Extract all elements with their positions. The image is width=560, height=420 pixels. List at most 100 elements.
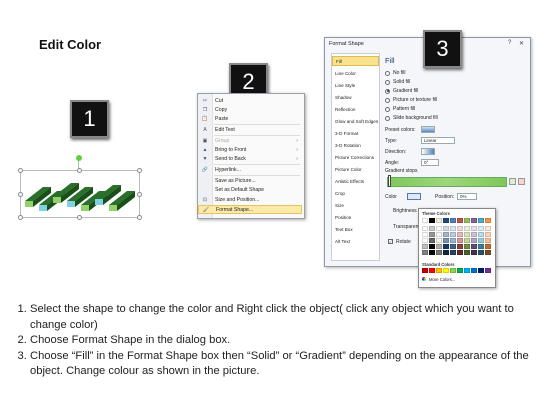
angle-input[interactable]: 0°: [421, 159, 439, 166]
standard-color-swatch[interactable]: [422, 268, 428, 273]
theme-color-swatch[interactable]: [464, 232, 470, 237]
menu-item-bring-to-front[interactable]: ▲ Bring to Front ›: [198, 145, 302, 154]
nav-item-artistic-effects[interactable]: Artistic Effects: [332, 176, 379, 186]
standard-color-swatch[interactable]: [457, 268, 463, 273]
nav-item-size[interactable]: Size: [332, 200, 379, 210]
nav-item-line-style[interactable]: Line Style: [332, 80, 379, 90]
theme-color-swatch[interactable]: [464, 238, 470, 243]
menu-item-cut[interactable]: ✂ Cut: [198, 96, 302, 105]
menu-item-paste[interactable]: 📋 Paste: [198, 114, 302, 123]
theme-color-swatch[interactable]: [443, 218, 449, 223]
theme-color-swatch[interactable]: [429, 232, 435, 237]
standard-color-swatch[interactable]: [478, 268, 484, 273]
theme-color-swatch[interactable]: [429, 218, 435, 223]
resize-handle-br[interactable]: [137, 215, 142, 220]
theme-color-swatch[interactable]: [464, 218, 470, 223]
standard-color-swatch[interactable]: [443, 268, 449, 273]
theme-color-swatch[interactable]: [422, 232, 428, 237]
position-input[interactable]: 0%: [457, 193, 477, 200]
theme-color-swatch[interactable]: [471, 232, 477, 237]
theme-color-swatch[interactable]: [436, 238, 442, 243]
nav-item-position[interactable]: Position: [332, 212, 379, 222]
resize-handle-l[interactable]: [18, 192, 23, 197]
resize-handle-bl[interactable]: [18, 215, 23, 220]
menu-item-format-shape[interactable]: 🖌 Format Shape...: [198, 205, 302, 214]
radio-no-fill[interactable]: No fill: [385, 69, 406, 77]
theme-color-swatch[interactable]: [478, 250, 484, 255]
theme-color-swatch[interactable]: [429, 250, 435, 255]
standard-color-swatch[interactable]: [485, 268, 491, 273]
theme-color-swatch[interactable]: [450, 250, 456, 255]
theme-color-swatch[interactable]: [478, 226, 484, 231]
nav-item-reflection[interactable]: Reflection: [332, 104, 379, 114]
theme-color-swatch[interactable]: [471, 226, 477, 231]
nav-item-alt-text[interactable]: Alt Text: [332, 236, 379, 246]
preset-colors-dropdown[interactable]: [421, 126, 435, 133]
theme-color-swatch[interactable]: [450, 232, 456, 237]
rotate-checkbox[interactable]: ✓: [388, 239, 393, 244]
standard-color-swatch[interactable]: [429, 268, 435, 273]
standard-color-swatch[interactable]: [464, 268, 470, 273]
menu-item-hyperlink[interactable]: 🔗 Hyperlink...: [198, 165, 302, 174]
theme-color-swatch[interactable]: [485, 238, 491, 243]
menu-item-send-to-back[interactable]: ▼ Send to Back ›: [198, 154, 302, 163]
theme-color-swatch[interactable]: [422, 250, 428, 255]
standard-color-swatch[interactable]: [436, 268, 442, 273]
color-dropdown[interactable]: [407, 193, 421, 200]
theme-color-swatch[interactable]: [450, 226, 456, 231]
theme-color-swatch[interactable]: [450, 218, 456, 223]
theme-color-swatch[interactable]: [429, 244, 435, 249]
gradient-stop-handle[interactable]: [388, 175, 391, 187]
radio-solid-fill[interactable]: Solid fill: [385, 78, 410, 86]
theme-color-swatch[interactable]: [478, 218, 484, 223]
nav-item-picture-color[interactable]: Picture Color: [332, 164, 379, 174]
theme-color-swatch[interactable]: [443, 250, 449, 255]
theme-color-swatch[interactable]: [464, 244, 470, 249]
theme-color-swatch[interactable]: [471, 250, 477, 255]
theme-color-swatch[interactable]: [436, 244, 442, 249]
direction-dropdown[interactable]: [421, 148, 435, 155]
theme-color-swatch[interactable]: [485, 226, 491, 231]
theme-color-swatch[interactable]: [429, 226, 435, 231]
theme-color-swatch[interactable]: [443, 226, 449, 231]
theme-color-swatch[interactable]: [471, 238, 477, 243]
theme-color-swatch[interactable]: [422, 238, 428, 243]
theme-color-swatch[interactable]: [443, 244, 449, 249]
selected-shape[interactable]: [20, 170, 140, 218]
theme-color-swatch[interactable]: [436, 218, 442, 223]
theme-color-swatch[interactable]: [450, 244, 456, 249]
resize-handle-b[interactable]: [77, 215, 82, 220]
nav-item-glow[interactable]: Glow and Soft Edges: [332, 116, 379, 126]
standard-color-swatch[interactable]: [471, 268, 477, 273]
menu-item-set-default-shape[interactable]: Set as Default Shape: [198, 185, 302, 194]
theme-color-swatch[interactable]: [464, 226, 470, 231]
gradient-stops-bar[interactable]: [387, 177, 507, 187]
theme-color-swatch[interactable]: [436, 226, 442, 231]
theme-color-swatch[interactable]: [471, 244, 477, 249]
nav-item-text-box[interactable]: Text Box: [332, 224, 379, 234]
theme-color-swatch[interactable]: [485, 250, 491, 255]
more-colors-link[interactable]: More Colors...: [429, 277, 455, 282]
radio-pattern-fill[interactable]: Pattern fill: [385, 105, 415, 113]
theme-color-swatch[interactable]: [450, 238, 456, 243]
rotation-handle[interactable]: [76, 155, 82, 161]
theme-color-swatch[interactable]: [422, 244, 428, 249]
theme-color-swatch[interactable]: [485, 232, 491, 237]
close-icon[interactable]: ✕: [519, 40, 524, 47]
resize-handle-r[interactable]: [137, 192, 142, 197]
radio-picture-fill[interactable]: Picture or texture fill: [385, 96, 437, 104]
resize-handle-tr[interactable]: [137, 168, 142, 173]
theme-color-swatch[interactable]: [443, 238, 449, 243]
theme-color-swatch[interactable]: [485, 218, 491, 223]
nav-item-crop[interactable]: Crop: [332, 188, 379, 198]
nav-item-3d-format[interactable]: 3-D Format: [332, 128, 379, 138]
nav-item-fill[interactable]: Fill: [332, 56, 379, 66]
radio-slide-background-fill[interactable]: Slide background fill: [385, 114, 438, 122]
resize-handle-t[interactable]: [77, 168, 82, 173]
theme-color-swatch[interactable]: [443, 232, 449, 237]
theme-color-swatch[interactable]: [436, 250, 442, 255]
theme-color-swatch[interactable]: [429, 238, 435, 243]
menu-item-group[interactable]: ▣ Group ›: [198, 136, 302, 145]
type-dropdown[interactable]: Linear: [421, 137, 455, 144]
radio-gradient-fill[interactable]: Gradient fill: [385, 87, 418, 95]
